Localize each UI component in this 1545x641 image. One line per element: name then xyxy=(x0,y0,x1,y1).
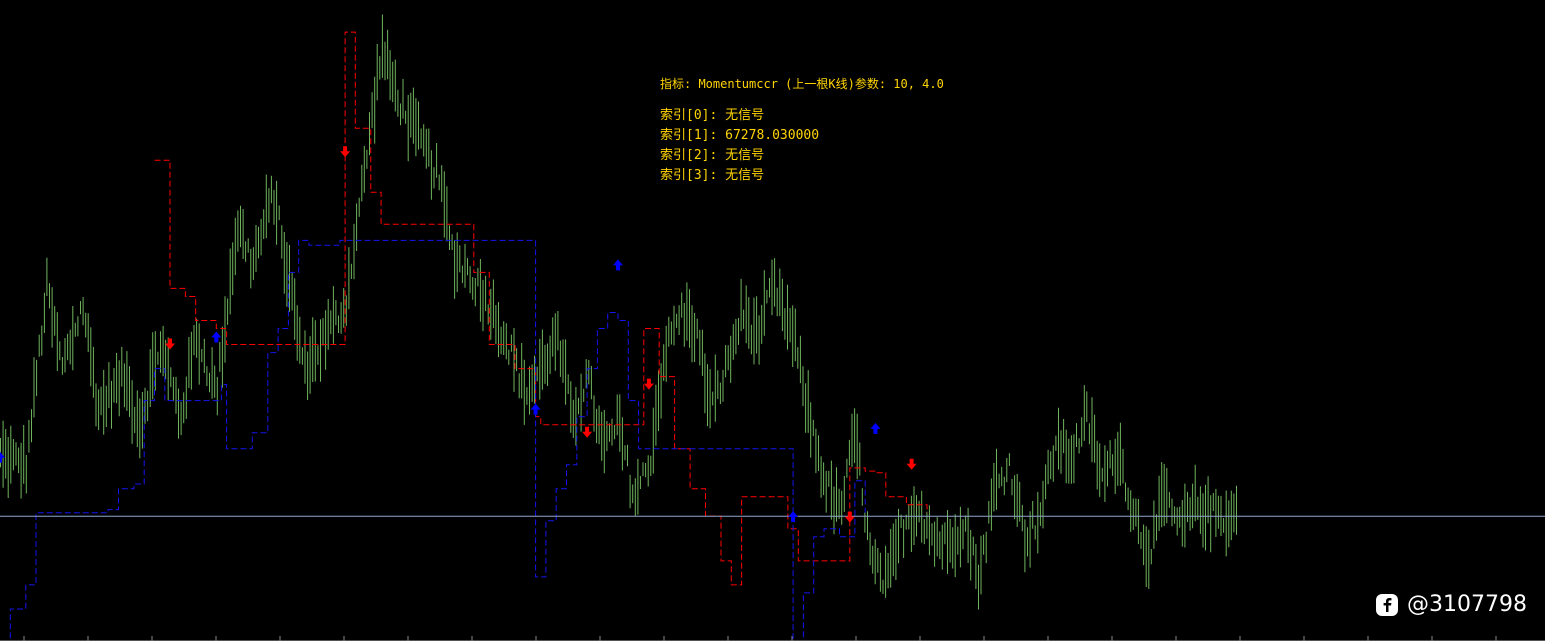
indicator-header: 指标: Momentumccr (上一根K线)参数: 10, 4.0 xyxy=(660,77,944,91)
buffer-line-0: 索引[0]: 无信号 xyxy=(660,108,765,123)
sell-arrow xyxy=(906,458,917,470)
chart-root: 指标: Momentumccr (上一根K线)参数: 10, 4.0 索引[0]… xyxy=(0,0,1545,641)
buffer-line-3: 索引[3]: 无信号 xyxy=(660,168,765,183)
price-bars xyxy=(0,14,1237,610)
time-axis-ticks xyxy=(0,636,1545,641)
sell-arrow xyxy=(165,338,175,350)
lower-stop-path xyxy=(9,239,866,641)
signal-arrows xyxy=(0,146,917,523)
buy-arrow xyxy=(530,403,541,415)
sell-arrow xyxy=(643,378,654,390)
buy-arrow xyxy=(613,259,623,271)
sell-arrow xyxy=(582,426,593,438)
watermark: @3107798 xyxy=(1375,592,1527,617)
buy-arrow xyxy=(211,331,222,343)
buy-arrow xyxy=(788,511,799,522)
buy-arrow xyxy=(0,451,5,463)
watermark-handle: @3107798 xyxy=(1407,592,1527,617)
buy-arrow xyxy=(870,422,881,434)
fb-logo-icon xyxy=(1376,593,1399,616)
sell-arrow xyxy=(844,511,855,523)
buffer-line-1: 索引[1]: 67278.030000 xyxy=(660,128,820,143)
price-bar-path xyxy=(0,14,1237,610)
buffer-line-2: 索引[2]: 无信号 xyxy=(660,148,765,163)
sell-arrow xyxy=(340,146,351,158)
indicator-info-panel: 指标: Momentumccr (上一根K线)参数: 10, 4.0 索引[0]… xyxy=(660,76,944,186)
lower-stop-line xyxy=(9,239,866,641)
